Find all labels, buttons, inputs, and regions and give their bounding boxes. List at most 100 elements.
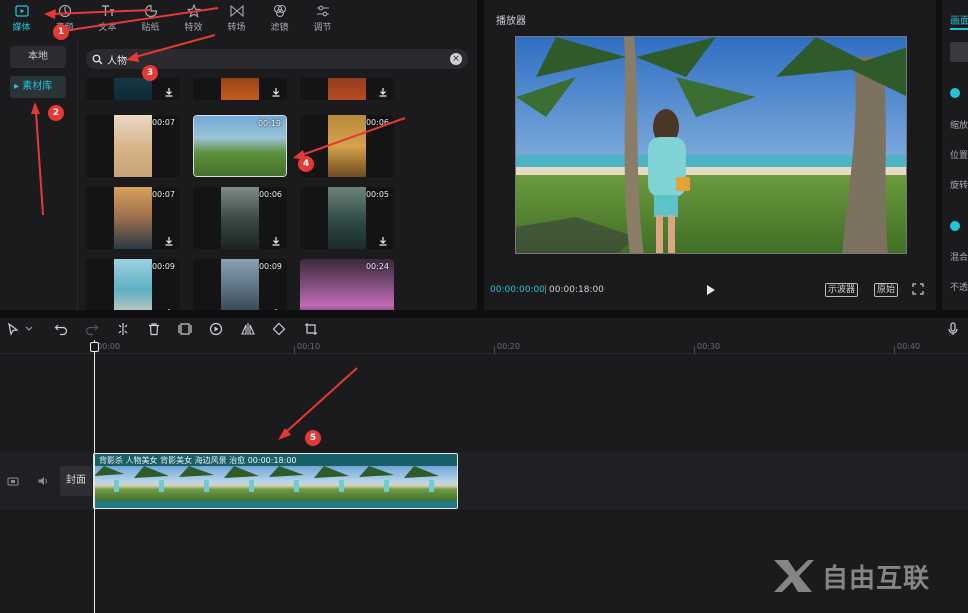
ruler-label: 00:30	[697, 342, 721, 351]
ruler-label: 00:10	[297, 342, 321, 351]
adjust-icon	[316, 5, 329, 16]
delete-icon[interactable]	[147, 322, 161, 336]
duration-label: 00:06	[365, 118, 389, 127]
freeze-frame-icon[interactable]	[178, 322, 192, 336]
track-lock-icon[interactable]	[7, 475, 19, 487]
speaker-icon[interactable]	[37, 475, 49, 487]
tab-adjust[interactable]: 调节	[301, 0, 344, 36]
check-icon[interactable]	[950, 221, 960, 231]
list-item[interactable]: 00:07	[86, 115, 180, 177]
playhead-handle[interactable]	[90, 342, 99, 352]
transition-icon	[229, 4, 244, 17]
media-sidebar: 本地 ▸ 素材库	[0, 38, 78, 310]
original-ratio-button[interactable]: 原始	[874, 283, 899, 297]
sidebar-item-library[interactable]: ▸ 素材库	[10, 76, 66, 98]
list-item[interactable]: 00:09	[193, 259, 287, 310]
beach-video-frame	[516, 37, 906, 253]
duration-label: 00:07	[151, 190, 175, 199]
duration-label: 00:24	[365, 262, 389, 271]
asset-toolbar: 媒体 音频 文本 贴纸 特效 转场 滤镜 调节	[0, 0, 477, 36]
list-item[interactable]: 00:07	[86, 187, 180, 249]
tab-effects[interactable]: 特效	[172, 0, 215, 36]
rotate-label: 旋转	[950, 181, 968, 191]
duration-label: 00:05	[365, 190, 389, 199]
download-icon[interactable]	[271, 308, 281, 310]
media-panel: 媒体 音频 文本 贴纸 特效 转场 滤镜 调节	[0, 0, 477, 310]
download-icon[interactable]	[164, 87, 174, 97]
annotation-badge: 5	[305, 430, 321, 446]
tab-transition[interactable]: 转场	[215, 0, 258, 36]
cover-button[interactable]: 封面	[60, 466, 92, 496]
download-icon[interactable]	[164, 308, 174, 310]
tab-effects-label: 特效	[184, 22, 203, 33]
fullscreen-icon[interactable]	[912, 283, 924, 295]
tab-filter-label: 滤镜	[270, 22, 289, 33]
opacity-label: 不透	[950, 283, 968, 293]
split-icon[interactable]	[116, 322, 130, 336]
tab-adjust-label: 调节	[313, 22, 332, 33]
duration-label: 00:19	[257, 119, 281, 128]
annotation-badge: 3	[142, 65, 158, 81]
download-icon[interactable]	[378, 236, 388, 246]
redo-icon[interactable]	[85, 322, 99, 336]
tab-transition-label: 转场	[227, 22, 246, 33]
duration-label: 00:06	[258, 190, 282, 199]
mirror-icon[interactable]	[241, 322, 255, 336]
list-item[interactable]: 00:05	[300, 187, 394, 249]
tab-picture[interactable]: 画面	[950, 12, 968, 27]
watermark: 自由互联	[770, 555, 960, 597]
list-item[interactable]: 00:06	[300, 115, 394, 177]
ruler-tick	[694, 346, 695, 354]
video-clip[interactable]: 背影杀 人物美女 背影美女 海边风景 治愈 00:00:18:00	[93, 453, 458, 509]
search-icon	[92, 54, 103, 64]
watermark-text: 自由互联	[822, 563, 931, 594]
blend-label: 混合	[950, 253, 968, 263]
play-range-icon[interactable]	[209, 322, 223, 336]
scope-button[interactable]: 示波器	[825, 283, 859, 297]
props-preset-box[interactable]	[950, 42, 968, 62]
list-item[interactable]: 00:19	[193, 115, 287, 177]
download-icon[interactable]	[164, 236, 174, 246]
playhead[interactable]	[94, 340, 95, 613]
video-preview[interactable]	[515, 36, 907, 254]
ruler-tick	[294, 346, 295, 354]
download-icon[interactable]	[271, 87, 281, 97]
clear-search-button[interactable]: ×	[450, 53, 462, 65]
list-item[interactable]	[193, 78, 287, 100]
scale-label: 缩放	[950, 121, 968, 131]
chevron-down-icon[interactable]	[24, 322, 34, 336]
tab-sticker[interactable]: 贴纸	[129, 0, 172, 36]
search-bar: ×	[86, 49, 468, 69]
ruler-label: 00:40	[897, 342, 921, 351]
sidebar-item-local[interactable]: 本地	[10, 46, 66, 68]
tab-media[interactable]: 媒体	[0, 0, 43, 36]
time-separator: |	[544, 285, 548, 295]
tab-text[interactable]: 文本	[86, 0, 129, 36]
select-cursor-icon[interactable]	[6, 322, 20, 336]
watermark-logo-icon	[774, 560, 814, 592]
check-icon[interactable]	[950, 88, 960, 98]
player-panel: 播放器 00:00:00:00 | 00:00:18:00 示波器 原始	[484, 0, 936, 310]
time-ruler[interactable]: 00:00 00:10 00:20 00:30 00:40	[0, 340, 968, 354]
rotate-icon[interactable]	[272, 322, 286, 336]
play-icon[interactable]	[703, 283, 717, 297]
list-item[interactable]	[86, 78, 180, 100]
undo-icon[interactable]	[54, 322, 68, 336]
list-item[interactable]: 00:06	[193, 187, 287, 249]
media-icon	[14, 4, 29, 17]
microphone-icon[interactable]	[946, 322, 960, 336]
total-time: 00:00:18:00	[549, 285, 604, 295]
duration-label: 00:09	[151, 262, 175, 271]
filter-icon	[273, 4, 286, 17]
download-icon[interactable]	[378, 87, 388, 97]
list-item[interactable]: 00:09	[86, 259, 180, 310]
search-input[interactable]	[106, 53, 447, 65]
download-icon[interactable]	[271, 236, 281, 246]
list-item[interactable]: 00:24	[300, 259, 394, 310]
tab-filter[interactable]: 滤镜	[258, 0, 301, 36]
sidebar-item-library-label: 素材库	[22, 81, 53, 92]
position-label: 位置	[950, 151, 968, 161]
crop-icon[interactable]	[304, 322, 318, 336]
duration-label: 00:07	[151, 118, 175, 127]
list-item[interactable]	[300, 78, 394, 100]
